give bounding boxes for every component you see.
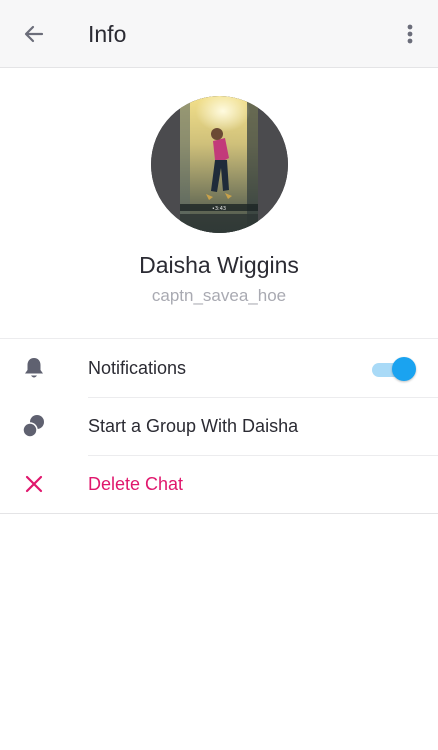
avatar-photo: •3:43 xyxy=(151,96,288,233)
more-vertical-icon xyxy=(407,24,413,44)
start-group-row[interactable]: Start a Group With Daisha xyxy=(0,397,438,455)
notifications-toggle[interactable] xyxy=(370,356,416,382)
avatar[interactable]: •3:43 xyxy=(151,96,288,233)
avatar-photo-caption: •3:43 xyxy=(212,206,226,212)
page-title: Info xyxy=(88,21,127,47)
profile-section: •3:43 Daisha Wiggins captn_savea_hoe xyxy=(0,68,438,338)
delete-chat-row[interactable]: Delete Chat xyxy=(0,455,438,513)
chat-info-screen: Info •3:43 Daisha Wiggins captn_savea_ho… xyxy=(0,0,438,750)
profile-username: captn_savea_hoe xyxy=(151,286,287,305)
app-bar: Info xyxy=(0,0,438,68)
notifications-label: Notifications xyxy=(88,358,187,378)
notifications-row[interactable]: Notifications xyxy=(0,339,438,397)
group-icon xyxy=(20,412,48,440)
back-button[interactable] xyxy=(16,16,52,52)
toggle-knob xyxy=(392,357,416,381)
bell-icon xyxy=(20,354,48,382)
delete-chat-label: Delete Chat xyxy=(88,474,184,494)
close-icon xyxy=(20,470,48,498)
more-options-button[interactable] xyxy=(396,16,424,52)
arrow-left-icon xyxy=(24,25,44,43)
profile-name: Daisha Wiggins xyxy=(139,252,299,278)
info-actions-list: Notifications Start a Group With Daisha xyxy=(0,338,438,514)
start-group-label: Start a Group With Daisha xyxy=(88,416,299,436)
